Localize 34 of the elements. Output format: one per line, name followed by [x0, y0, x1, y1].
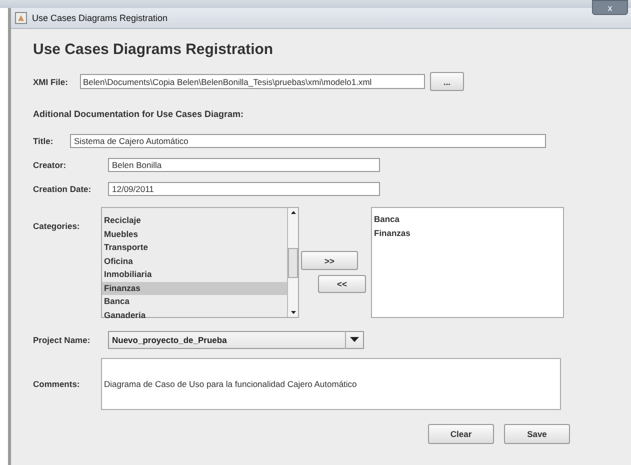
text-field[interactable]: 12/09/2011 [108, 182, 380, 196]
list-item[interactable]: Oficina [102, 254, 287, 268]
xmi-file-field[interactable]: Belen\Documents\Copia Belen\BelenBonilla_Tesis\pruebas\xmi\modelo1.xml [80, 74, 425, 89]
list-item[interactable]: Inmobiliaria [102, 268, 287, 282]
comments-field[interactable]: Diagrama de Caso de Uso para la funcionalidad Cajero Automático [101, 358, 561, 410]
list-item[interactable]: Transporte [102, 241, 287, 254]
field-label: Creator: [33, 160, 68, 170]
add-button[interactable]: >> [301, 251, 358, 270]
list-item[interactable]: Banca [372, 213, 563, 226]
action-button[interactable]: Save [504, 424, 570, 444]
field-label: Creation Date: [33, 184, 92, 194]
scrollbar[interactable] [287, 208, 298, 317]
app-icon [15, 12, 27, 24]
project-dropdown[interactable]: Nuevo_proyecto_de_Prueba [108, 331, 364, 349]
list-item[interactable]: Banca [102, 295, 287, 308]
list-item[interactable]: Muebles [102, 228, 287, 241]
field-label: Comments: [33, 379, 81, 389]
list-item[interactable]: Finanzas [102, 282, 287, 295]
list-item[interactable]: Reciclaje [102, 214, 287, 228]
field-label: Categories: [33, 221, 81, 231]
remove-button[interactable]: << [318, 275, 366, 293]
text-field[interactable]: Sistema de Cajero Automático [70, 134, 546, 148]
close-button[interactable]: x [592, 0, 628, 15]
action-button[interactable]: Clear [428, 424, 494, 444]
section-heading: Aditional Documentation for Use Cases Diagram: [33, 109, 245, 119]
list-item[interactable]: Ganaderia [102, 308, 287, 322]
browse-button[interactable]: ... [430, 72, 464, 91]
text-field[interactable]: Belen Bonilla [108, 158, 380, 172]
form-heading: Use Cases Diagrams Registration [33, 41, 274, 58]
field-label: Title: [33, 136, 54, 146]
field-label: XMI File: [33, 76, 69, 86]
window-title: Use Cases Diagrams Registration [32, 13, 168, 23]
list-item[interactable]: Finanzas [372, 226, 563, 240]
field-label: Project Name: [33, 335, 92, 345]
